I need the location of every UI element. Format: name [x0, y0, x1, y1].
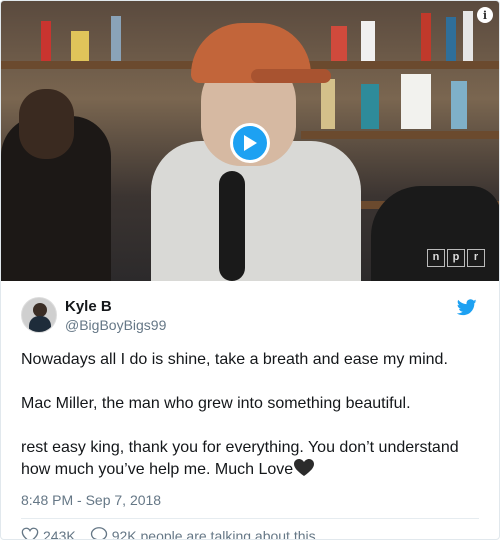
video-thumbnail[interactable]: i n p r: [1, 1, 499, 281]
embedded-tweet-card: i n p r Kyle B @BigBoyBigs99 Nowadays al…: [0, 0, 500, 540]
tweet-line: rest easy king, thank you for everything…: [21, 439, 459, 456]
info-icon[interactable]: i: [477, 7, 493, 23]
tweet-header: Kyle B @BigBoyBigs99: [21, 295, 479, 335]
npr-letter: p: [447, 249, 465, 267]
npr-letter: r: [467, 249, 485, 267]
npr-watermark: n p r: [427, 249, 485, 267]
black-heart-icon: [294, 459, 315, 484]
author-handle[interactable]: @BigBoyBigs99: [65, 316, 166, 334]
twitter-bird-icon[interactable]: [456, 299, 477, 321]
tweet-line: Nowadays all I do is shine, take a breat…: [21, 351, 448, 368]
tweet-timestamp[interactable]: 8:48 PM - Sep 7, 2018: [21, 491, 479, 509]
heart-icon: [21, 527, 43, 539]
tweet-actions: 243K 92K people are talking about this: [21, 526, 479, 540]
tweet-line-with-emoji: how much you’ve help me. Much Love: [21, 459, 479, 484]
npr-letter: n: [427, 249, 445, 267]
tweet-body: Kyle B @BigBoyBigs99 Nowadays all I do i…: [1, 281, 499, 540]
like-count: 243K: [43, 528, 76, 540]
tweet-line: Mac Miller, the man who grew into someth…: [21, 395, 411, 412]
shelf: [301, 131, 499, 139]
divider: [21, 518, 479, 519]
cap-brim: [251, 69, 331, 83]
author-block: Kyle B @BigBoyBigs99: [65, 297, 166, 334]
tweet-line: how much you’ve help me. Much Love: [21, 461, 294, 478]
conversation-button[interactable]: 92K people are talking about this: [90, 526, 316, 540]
author-name[interactable]: Kyle B: [65, 297, 166, 316]
tweet-text: Nowadays all I do is shine, take a breat…: [21, 349, 479, 484]
speech-bubble-icon: [90, 526, 112, 539]
person-left-head: [19, 89, 74, 159]
conversation-text: 92K people are talking about this: [111, 528, 316, 540]
avatar[interactable]: [21, 297, 57, 333]
microphone: [219, 171, 245, 281]
play-icon[interactable]: [230, 123, 270, 163]
like-button[interactable]: 243K: [21, 527, 76, 540]
